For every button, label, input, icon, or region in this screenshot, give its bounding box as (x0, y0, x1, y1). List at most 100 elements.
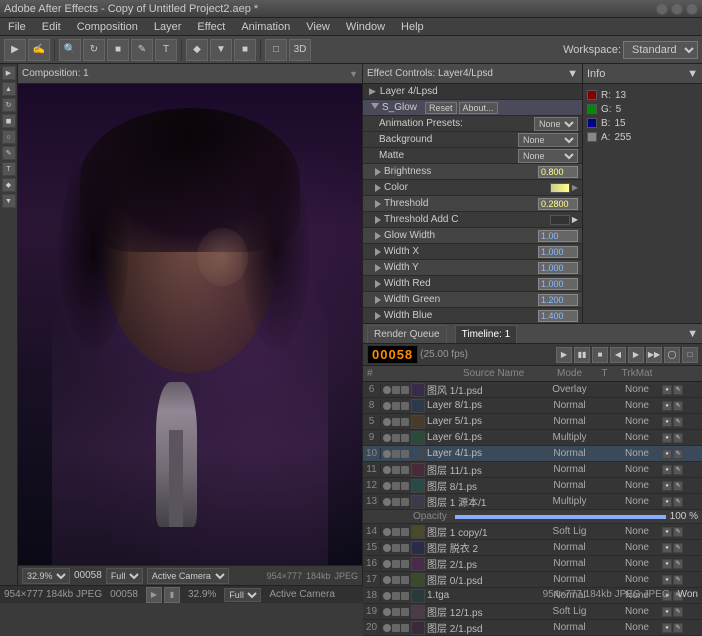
layer-mode[interactable]: Normal (542, 574, 597, 585)
layer-lock-icon[interactable] (401, 498, 409, 506)
anim-presets-select[interactable]: None (534, 117, 578, 131)
layer-eye-icon[interactable] (383, 560, 391, 568)
threshold-value[interactable]: 0.2800 (538, 198, 578, 210)
layer-solo-icon[interactable] (392, 498, 400, 506)
layer-row[interactable]: 17 图层 0/1.psd Normal None ● ✎ (363, 572, 702, 588)
color-box[interactable] (550, 183, 570, 193)
switch-2[interactable]: ✎ (673, 559, 683, 569)
tool-pen[interactable]: ✎ (131, 39, 153, 61)
tool-shape[interactable]: ■ (107, 39, 129, 61)
tool-snap[interactable]: □ (265, 39, 287, 61)
layer-solo-icon[interactable] (392, 386, 400, 394)
width-green-value[interactable]: 1.200 (538, 294, 578, 306)
composition-canvas[interactable] (18, 84, 362, 565)
timeline-header-menu[interactable]: ▼ (687, 328, 698, 340)
brightness-value[interactable]: 0.800 (538, 166, 578, 178)
layer-lock-icon[interactable] (401, 466, 409, 474)
layer-trkmat[interactable]: None (612, 400, 662, 411)
layer-trkmat[interactable]: None (612, 574, 662, 585)
width-green-row[interactable]: Width Green 1.200 (363, 292, 582, 308)
layer-eye-icon[interactable] (383, 386, 391, 394)
effect-sglow-row[interactable]: S_Glow Reset About... (363, 100, 582, 116)
menu-effect[interactable]: Effect (193, 21, 229, 33)
layer-trkmat[interactable]: None (612, 384, 662, 395)
layer-solo-icon[interactable] (392, 402, 400, 410)
layer-solo-icon[interactable] (392, 592, 400, 600)
layer-lock-icon[interactable] (401, 528, 409, 536)
layer-solo-icon[interactable] (392, 528, 400, 536)
tl-btn-2[interactable]: ▮▮ (574, 347, 590, 363)
switch-2[interactable]: ✎ (673, 543, 683, 553)
view-dropdown[interactable]: Active Camera (147, 568, 229, 584)
layer-lock-icon[interactable] (401, 544, 409, 552)
switch-1[interactable]: ● (662, 433, 672, 443)
opacity-percent[interactable]: 100 % (670, 511, 698, 522)
layer-row[interactable]: 13 图层 1 源本/1 Multiply None ● ✎ (363, 494, 702, 510)
layer-eye-icon[interactable] (383, 402, 391, 410)
layer-solo-icon[interactable] (392, 560, 400, 568)
layer-trkmat[interactable]: None (612, 464, 662, 475)
switch-1[interactable]: ● (662, 607, 672, 617)
threshold-row[interactable]: Threshold 0.2800 (363, 196, 582, 212)
layer-mode[interactable]: Normal (542, 448, 597, 459)
switch-1[interactable]: ● (662, 497, 672, 507)
layer-solo-icon[interactable] (392, 434, 400, 442)
layer-eye-icon[interactable] (383, 466, 391, 474)
switch-1[interactable]: ● (662, 449, 672, 459)
tl-btn-4[interactable]: ◀ (610, 347, 626, 363)
status-resolution[interactable]: Full (224, 588, 261, 602)
layer-solo-icon[interactable] (392, 450, 400, 458)
tool-panel-icon1[interactable]: ▶ (2, 66, 16, 80)
tool-hand[interactable]: ✍ (28, 39, 50, 61)
width-blue-value[interactable]: 1.400 (538, 310, 578, 322)
menu-composition[interactable]: Composition (73, 21, 142, 33)
layer-eye-icon[interactable] (383, 450, 391, 458)
layer-row[interactable]: 20 图层 2/1.psd Normal None ● ✎ (363, 620, 702, 636)
tool-rotate[interactable]: ↻ (83, 39, 105, 61)
layer-eye-icon[interactable] (383, 528, 391, 536)
menu-view[interactable]: View (302, 21, 334, 33)
layer-eye-icon[interactable] (383, 624, 391, 632)
layer-mode[interactable]: Normal (542, 400, 597, 411)
matte-row[interactable]: Matte None (363, 148, 582, 164)
color-row[interactable]: Color ▶ (363, 180, 582, 196)
timecode-display[interactable]: 00058 (367, 345, 418, 364)
layer-trkmat[interactable]: None (612, 558, 662, 569)
glow-width-value[interactable]: 1.00 (538, 230, 578, 242)
tool-panel-icon4[interactable]: ◼ (2, 114, 16, 128)
info-menu[interactable]: ▼ (687, 68, 698, 80)
layer-eye-icon[interactable] (383, 576, 391, 584)
layer-lock-icon[interactable] (401, 608, 409, 616)
switch-1[interactable]: ● (662, 481, 672, 491)
layer-eye-icon[interactable] (383, 592, 391, 600)
layer-trkmat[interactable]: None (612, 526, 662, 537)
switch-1[interactable]: ● (662, 543, 672, 553)
switch-1[interactable]: ● (662, 417, 672, 427)
layer-row[interactable]: 9 Layer 6/1.ps Multiply None ● ✎ (363, 430, 702, 446)
menu-layer[interactable]: Layer (150, 21, 186, 33)
brightness-row[interactable]: Brightness 0.800 (363, 164, 582, 180)
width-blue-row[interactable]: Width Blue 1.400 (363, 308, 582, 323)
tool-panel-icon9[interactable]: ▼ (2, 194, 16, 208)
effects-menu-icon[interactable]: ▼ (567, 68, 578, 80)
tl-btn-5[interactable]: ▶ (628, 347, 644, 363)
menu-window[interactable]: Window (342, 21, 389, 33)
layer-mode[interactable]: Multiply (542, 432, 597, 443)
layer-mode[interactable]: Normal (542, 416, 597, 427)
layer-mode[interactable]: Soft Lig (542, 606, 597, 617)
sglow-expand[interactable] (371, 103, 379, 113)
switch-2[interactable]: ✎ (673, 497, 683, 507)
switch-2[interactable]: ✎ (673, 433, 683, 443)
tool-panel-icon3[interactable]: ↻ (2, 98, 16, 112)
layer-trkmat[interactable]: None (612, 416, 662, 427)
preview-btn-2[interactable]: ▮ (164, 587, 180, 603)
layer-mode[interactable]: Normal (542, 464, 597, 475)
layer-lock-icon[interactable] (401, 402, 409, 410)
threshold-add-row[interactable]: Threshold Add C ▶ (363, 212, 582, 228)
switch-1[interactable]: ● (662, 385, 672, 395)
layer-lock-icon[interactable] (401, 450, 409, 458)
tool-text[interactable]: T (155, 39, 177, 61)
switch-2[interactable]: ✎ (673, 623, 683, 633)
width-red-row[interactable]: Width Red 1.000 (363, 276, 582, 292)
layer-trkmat[interactable]: None (612, 542, 662, 553)
